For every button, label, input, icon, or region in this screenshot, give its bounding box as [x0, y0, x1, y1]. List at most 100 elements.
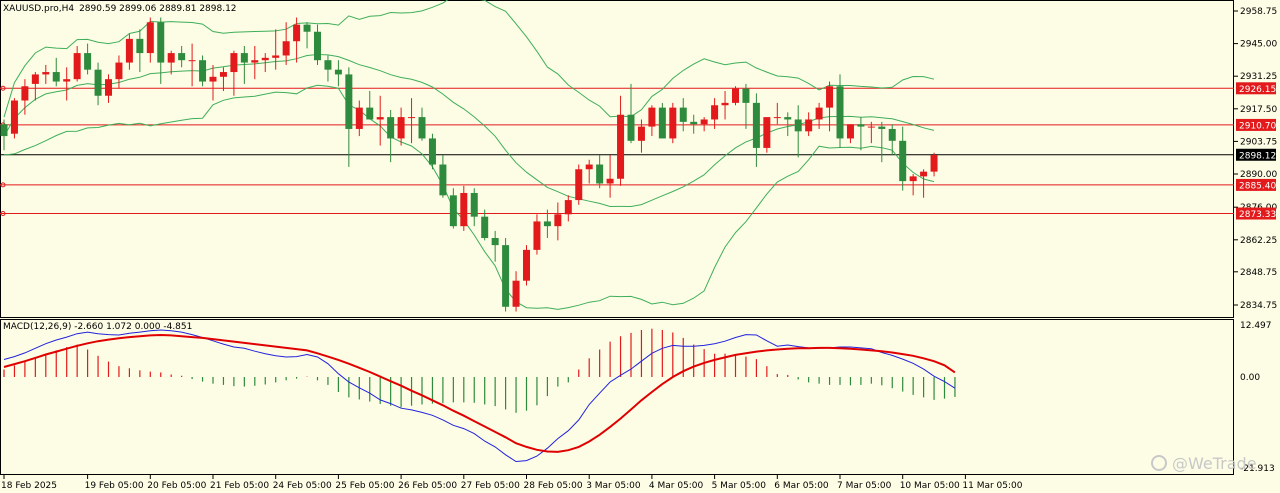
candle-body — [648, 107, 656, 127]
candle-body — [502, 245, 510, 307]
candle-body — [491, 238, 499, 246]
candle — [428, 133, 436, 170]
time-axis-label: 18 Feb 2025 — [1, 481, 57, 491]
candle-body — [251, 60, 259, 63]
price-chart[interactable]: 2958.75 2945.00 2931.25 2917.50 2903.75 2890.… — [0, 0, 1280, 493]
candle-body — [794, 119, 802, 132]
candle-body — [930, 155, 938, 172]
price-axis-label: 2848.75 — [1240, 268, 1277, 278]
candle-body — [470, 192, 478, 217]
candle-body — [512, 280, 520, 307]
candle-body — [366, 107, 374, 120]
candle-body — [669, 107, 677, 139]
candle — [669, 102, 677, 144]
candle-body — [21, 86, 29, 101]
time-axis-label: 3 Mar 05:00 — [586, 481, 641, 491]
candle-body — [773, 117, 781, 119]
candle — [763, 117, 771, 153]
candle-body — [742, 88, 750, 103]
time-axis-label: 24 Feb 05:00 — [273, 481, 332, 491]
candle-body — [711, 105, 719, 120]
candle-body — [136, 38, 144, 54]
time-axis-label: 26 Feb 05:00 — [398, 481, 457, 491]
candle-body — [115, 62, 123, 80]
candle-body — [627, 114, 635, 141]
candle-body — [878, 126, 886, 129]
candle-body — [784, 117, 792, 120]
candle-body — [397, 117, 405, 139]
candle-body — [439, 164, 447, 196]
candle-body — [167, 53, 175, 63]
watermark-text: @WeTrade — [1172, 454, 1257, 473]
price-axis-label: 2862.25 — [1240, 236, 1277, 246]
candle-body — [460, 192, 468, 227]
candle-body — [355, 107, 363, 129]
candle-body — [920, 171, 928, 177]
candle-body — [585, 164, 593, 170]
candle-body — [617, 114, 625, 179]
candle-body — [481, 216, 489, 239]
candle-body — [408, 117, 416, 119]
candle-body — [554, 214, 562, 227]
candle-body — [387, 117, 395, 139]
candle-body — [125, 38, 133, 63]
candle-body — [157, 22, 165, 63]
candle-body — [418, 117, 426, 139]
price-axis-label: 2917.50 — [1240, 105, 1277, 115]
candle — [658, 102, 666, 139]
candle-body — [815, 107, 823, 120]
candle-body — [732, 88, 739, 103]
candle-body — [428, 138, 436, 165]
candle-body — [52, 72, 60, 82]
time-axis-label: 4 Mar 05:00 — [649, 481, 704, 491]
candle — [10, 98, 18, 139]
candle-body — [240, 53, 248, 63]
price-axis-label: 2890.00 — [1240, 170, 1277, 180]
candle-body — [899, 140, 907, 182]
candle-body — [178, 53, 186, 61]
candle-body — [376, 117, 384, 120]
candle-body — [272, 55, 280, 58]
candle-body — [721, 102, 729, 106]
candle-body — [836, 86, 844, 139]
candle-body — [42, 72, 50, 75]
level-price-label: 2926.15 — [1239, 85, 1276, 95]
candle-body — [334, 69, 342, 75]
candle-body — [449, 195, 457, 227]
candle-body — [324, 60, 332, 70]
candle — [502, 238, 510, 312]
macd-label: MACD(12,26,9) -2.660 1.072 0.000 -4.851 — [3, 322, 192, 332]
candle-body — [303, 24, 311, 32]
candle-body — [293, 24, 301, 42]
time-axis-label: 10 Mar 05:00 — [900, 481, 960, 491]
price-axis-label: 2945.00 — [1240, 40, 1277, 50]
time-axis-label: 7 Mar 05:00 — [837, 481, 892, 491]
level-price-label: 2910.70 — [1239, 121, 1276, 131]
candle-body — [805, 119, 813, 132]
candle-body — [523, 249, 530, 281]
candle-body — [763, 117, 771, 148]
candle — [523, 245, 530, 286]
candle-body — [606, 178, 614, 184]
price-axis-label: 2903.75 — [1240, 137, 1277, 147]
symbol-timeframe: XAUUSD.pro,H4 — [3, 4, 74, 14]
candle-body — [146, 22, 154, 54]
candle-body — [345, 74, 353, 129]
candle-body — [94, 69, 102, 96]
candle-body — [31, 74, 39, 84]
candle-body — [867, 126, 875, 128]
candle-body — [84, 53, 92, 70]
candle-body — [314, 31, 321, 61]
ohlc-values: 2890.59 2899.06 2889.81 2898.12 — [79, 4, 236, 14]
time-axis-label: 25 Feb 05:00 — [335, 481, 394, 491]
candle-body — [679, 107, 687, 122]
time-axis-label: 21 Feb 05:00 — [210, 481, 269, 491]
candle-body — [199, 60, 207, 82]
macd-axis-label: 12.497 — [1240, 321, 1272, 331]
candle-body — [188, 60, 196, 62]
candle-body — [564, 200, 572, 215]
candle-body — [230, 53, 238, 73]
candle-body — [533, 221, 541, 250]
price-axis-label: 2931.25 — [1240, 72, 1277, 82]
time-axis-label: 5 Mar 05:00 — [712, 481, 767, 491]
